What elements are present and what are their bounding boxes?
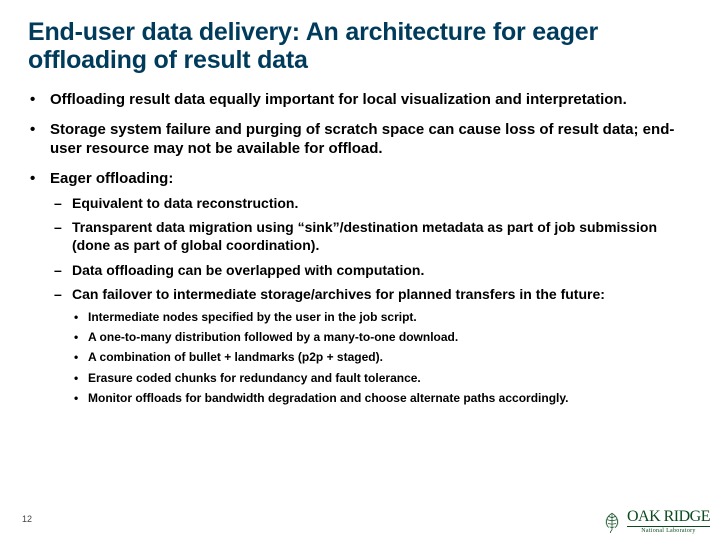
page-number: 12: [22, 514, 32, 524]
bullet-text: A one-to-many distribution followed by a…: [88, 330, 458, 344]
bullet-text: Erasure coded chunks for redundancy and …: [88, 371, 421, 385]
oak-leaf-icon: [601, 511, 623, 533]
bullet-text: Equivalent to data reconstruction.: [72, 195, 298, 211]
bullet-text: Transparent data migration using “sink”/…: [72, 219, 657, 253]
ornl-logo: OAK RIDGE National Laboratory: [601, 509, 710, 534]
bullet-text: Eager offloading:: [50, 170, 173, 187]
logo-main-text: OAK RIDGE: [627, 509, 710, 525]
bullet-text: Offloading result data equally important…: [50, 91, 627, 108]
logo-main-label: OAK RIDGE: [627, 508, 710, 525]
bullet-text: Data offloading can be overlapped with c…: [72, 262, 424, 278]
list-item: Erasure coded chunks for redundancy and …: [72, 370, 692, 386]
bullet-text: Storage system failure and purging of sc…: [50, 121, 674, 158]
list-item: Data offloading can be overlapped with c…: [50, 261, 692, 279]
list-item: Offloading result data equally important…: [28, 90, 692, 110]
bullet-text: A combination of bullet + landmarks (p2p…: [88, 350, 383, 364]
bullet-text: Monitor offloads for bandwidth degradati…: [88, 391, 568, 405]
list-item: Can failover to intermediate storage/arc…: [50, 285, 692, 406]
logo-sub-text: National Laboratory: [627, 526, 710, 534]
list-item: Intermediate nodes specified by the user…: [72, 309, 692, 325]
slide: End-user data delivery: An architecture …: [0, 0, 720, 540]
bullet-text: Can failover to intermediate storage/arc…: [72, 286, 605, 302]
bullet-list-level3: Intermediate nodes specified by the user…: [72, 309, 692, 406]
list-item: Transparent data migration using “sink”/…: [50, 218, 692, 254]
list-item: Storage system failure and purging of sc…: [28, 120, 692, 159]
logo-text: OAK RIDGE National Laboratory: [627, 509, 710, 534]
list-item: A one-to-many distribution followed by a…: [72, 329, 692, 345]
list-item: Eager offloading: Equivalent to data rec…: [28, 169, 692, 406]
bullet-list-level2: Equivalent to data reconstruction. Trans…: [50, 194, 692, 406]
list-item: A combination of bullet + landmarks (p2p…: [72, 349, 692, 365]
bullet-list-level1: Offloading result data equally important…: [28, 90, 692, 406]
slide-title: End-user data delivery: An architecture …: [28, 18, 692, 74]
list-item: Equivalent to data reconstruction.: [50, 194, 692, 212]
bullet-text: Intermediate nodes specified by the user…: [88, 310, 417, 324]
list-item: Monitor offloads for bandwidth degradati…: [72, 390, 692, 406]
